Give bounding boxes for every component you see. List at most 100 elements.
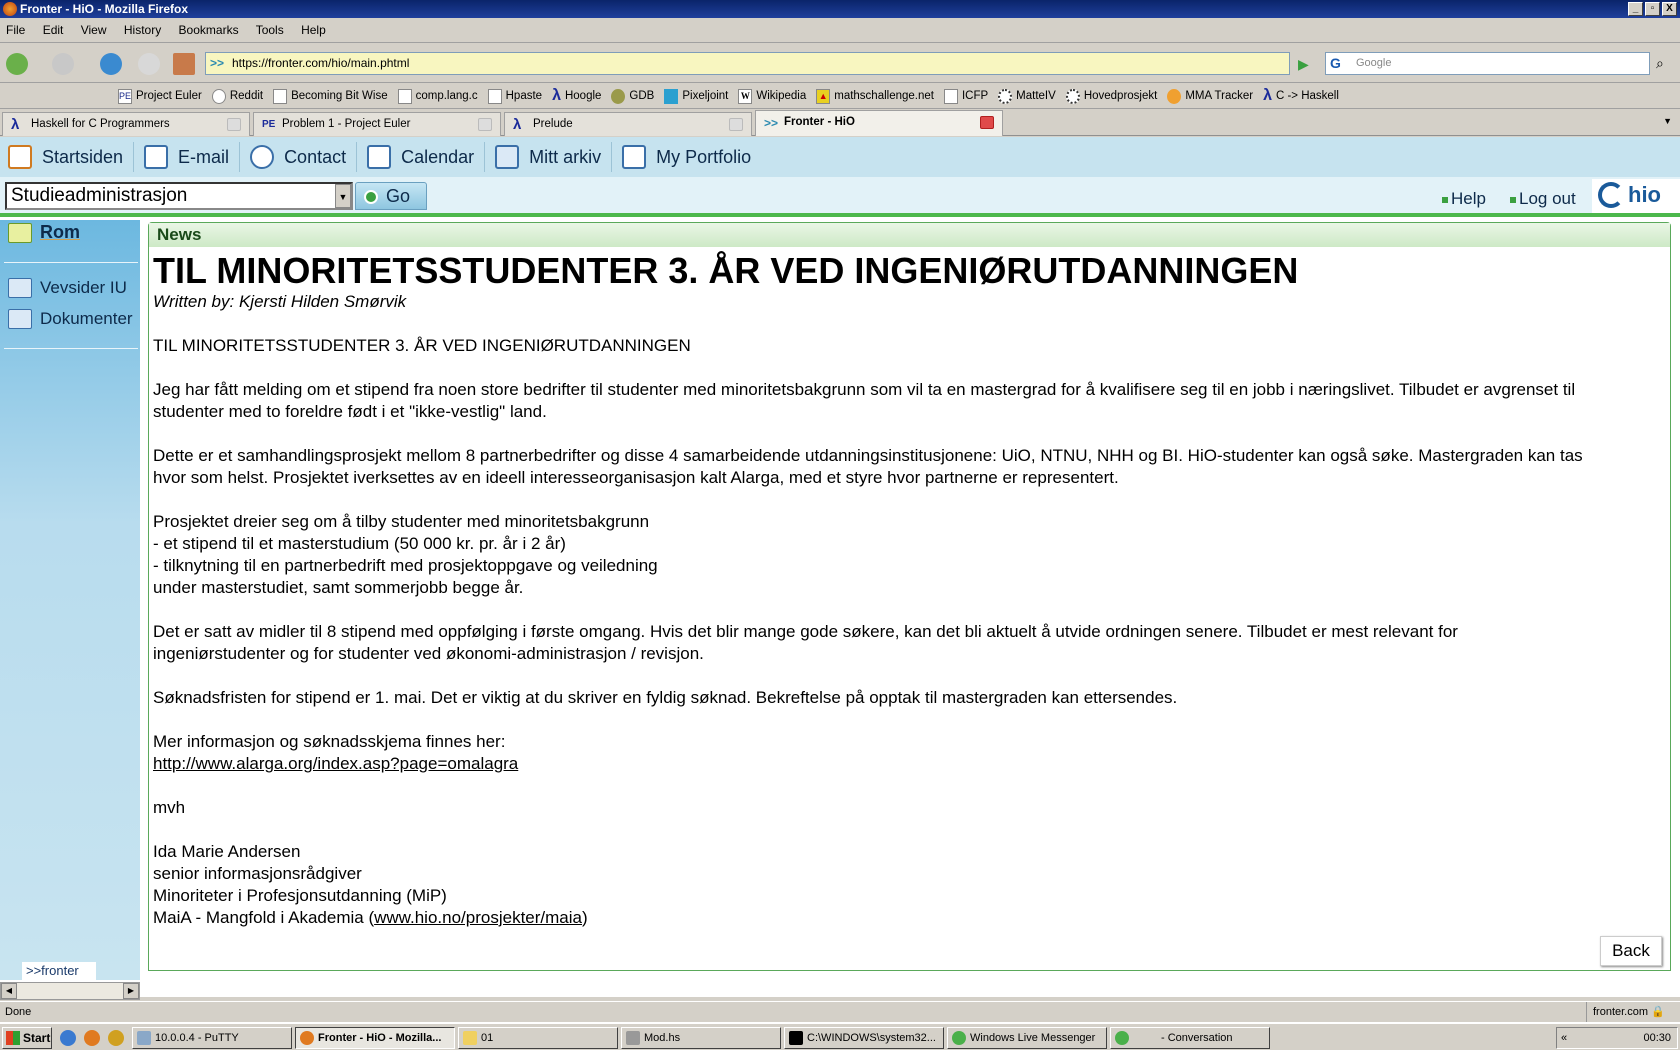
article-line	[153, 665, 1666, 687]
bookmark-project-euler[interactable]: PE Project Euler	[118, 88, 202, 104]
minimize-button[interactable]: _	[1628, 2, 1643, 16]
article-author: Written by: Kjersti Hilden Smørvik	[153, 292, 407, 311]
bookmark-label: Hpaste	[505, 90, 543, 102]
url-text: https://fronter.com/hio/main.phtml	[232, 56, 410, 70]
scroll-right-icon[interactable]: ▶	[123, 983, 139, 999]
back-icon[interactable]	[6, 53, 28, 75]
gdb-icon	[611, 88, 626, 104]
lambda-icon: λ	[11, 116, 20, 133]
tab-haskell-for-c[interactable]: λ Haskell for C Programmers	[2, 112, 250, 136]
go-button[interactable]: Go	[355, 182, 427, 210]
menu-help[interactable]: Help	[301, 23, 326, 37]
menu-bookmarks[interactable]: Bookmarks	[179, 23, 239, 37]
bookmark-pixeljoint[interactable]: Pixeljoint	[664, 88, 728, 104]
contact-icon	[250, 145, 275, 169]
nav-calendar[interactable]: Calendar	[367, 142, 486, 172]
sidebar-item-dokumenter[interactable]: Dokumenter	[8, 309, 133, 329]
gear-icon	[998, 88, 1013, 104]
task-label: 10.0.0.4 - PuTTY	[155, 1032, 239, 1044]
bookmark-c-to-haskell[interactable]: λC -> Haskell	[1263, 88, 1339, 104]
close-tab-icon[interactable]	[478, 118, 492, 131]
maia-link[interactable]: www.hio.no/prosjekter/maia	[374, 908, 582, 927]
task-cmd[interactable]: C:\WINDOWS\system32...	[784, 1027, 944, 1049]
bookmark-hoogle[interactable]: λ Hoogle	[552, 88, 601, 104]
firefox-icon[interactable]	[84, 1030, 100, 1046]
ie-icon[interactable]	[60, 1030, 76, 1046]
nav-email[interactable]: E-mail	[144, 142, 241, 172]
sidebar-item-rom[interactable]: Rom	[8, 222, 80, 243]
article-line: studenter med to foreldre født i et "ikk…	[153, 402, 547, 421]
bookmark-label: comp.lang.c	[415, 90, 478, 102]
article-line	[153, 599, 1666, 621]
tab-label: Prelude	[533, 118, 573, 130]
maia-prefix: MaiA - Mangfold i Akademia (	[153, 908, 375, 927]
menu-tools[interactable]: Tools	[256, 23, 284, 37]
bookmark-label: MatteIV	[1016, 90, 1056, 102]
bookmark-mma-tracker[interactable]: MMA Tracker	[1167, 88, 1253, 104]
go-arrow-icon[interactable]: ▶	[1298, 56, 1309, 73]
menu-view[interactable]: View	[81, 23, 107, 37]
restore-button[interactable]: ▫	[1645, 2, 1660, 16]
bookmark-icfp[interactable]: ICFP	[943, 88, 988, 104]
search-input[interactable]: G Google	[1325, 52, 1650, 75]
menu-edit[interactable]: Edit	[43, 23, 64, 37]
help-link[interactable]: Help	[1442, 189, 1486, 209]
bookmark-becoming-bit-wise[interactable]: Becoming Bit Wise	[273, 88, 388, 104]
bookmark-gdb[interactable]: GDB	[611, 88, 654, 104]
tab-list-icon[interactable]: ▼	[1663, 116, 1672, 126]
close-tab-icon[interactable]	[729, 118, 743, 131]
nav-my-portfolio[interactable]: My Portfolio	[622, 142, 761, 172]
menu-history[interactable]: History	[124, 23, 161, 37]
scroll-left-icon[interactable]: ◀	[1, 983, 17, 999]
tray-expand-icon[interactable]: «	[1561, 1028, 1567, 1048]
task-label: Windows Live Messenger	[970, 1032, 1096, 1044]
fronter-icon: >>	[764, 116, 779, 130]
task-label: C:\WINDOWS\system32...	[807, 1032, 936, 1044]
bookmark-mathschallenge[interactable]: ▲ mathschallenge.net	[816, 88, 934, 104]
reddit-icon	[211, 88, 226, 104]
lambda-icon: λ	[513, 116, 522, 133]
chevron-down-icon[interactable]: ▼	[335, 184, 351, 208]
forward-icon[interactable]	[52, 53, 74, 75]
search-icon[interactable]: ⌕	[1656, 55, 1664, 72]
tab-fronter-hio[interactable]: >> Fronter - HiO	[755, 110, 1003, 136]
nav-contact[interactable]: Contact	[250, 142, 358, 172]
bookmark-comp-lang-c[interactable]: comp.lang.c	[397, 88, 478, 104]
bookmark-label: Project Euler	[136, 90, 202, 102]
tab-problem-1[interactable]: PE Problem 1 - Project Euler	[253, 112, 501, 136]
bookmark-matteiv[interactable]: MatteIV	[998, 88, 1056, 104]
home-icon[interactable]	[173, 53, 195, 75]
back-button[interactable]: Back	[1600, 936, 1662, 966]
task-putty[interactable]: 10.0.0.4 - PuTTY	[132, 1027, 292, 1049]
room-select[interactable]: Studieadministrasjon ▼	[5, 182, 353, 210]
reload-icon[interactable]	[100, 53, 122, 75]
url-bar[interactable]: >> https://fronter.com/hio/main.phtml	[205, 52, 1290, 75]
close-tab-icon[interactable]	[227, 118, 241, 131]
bookmark-hpaste[interactable]: Hpaste	[487, 88, 543, 104]
bookmark-hovedprosjekt[interactable]: Hovedprosjekt	[1065, 88, 1157, 104]
tab-prelude[interactable]: λ Prelude	[504, 112, 752, 136]
google-icon[interactable]: G	[1330, 55, 1341, 71]
media-icon[interactable]	[108, 1030, 124, 1046]
start-button[interactable]: Start	[2, 1027, 52, 1049]
sidebar-horizontal-scrollbar[interactable]: ◀ ▶	[0, 982, 140, 1000]
sidebar-item-vevsider-iu[interactable]: Vevsider IU	[8, 278, 127, 298]
task-folder-01[interactable]: 01	[458, 1027, 618, 1049]
task-mod-hs[interactable]: Mod.hs	[621, 1027, 781, 1049]
close-button[interactable]: X	[1662, 2, 1677, 16]
close-tab-icon[interactable]	[980, 116, 994, 129]
page-icon	[397, 88, 412, 104]
logout-link[interactable]: Log out	[1510, 189, 1576, 209]
task-firefox[interactable]: Fronter - HiO - Mozilla...	[295, 1027, 455, 1049]
nav-mitt-arkiv[interactable]: Mitt arkiv	[495, 142, 613, 172]
task-conversation[interactable]: - Conversation	[1110, 1027, 1270, 1049]
alarga-link[interactable]: http://www.alarga.org/index.asp?page=oma…	[153, 754, 518, 773]
bookmark-reddit[interactable]: Reddit	[211, 88, 263, 104]
nav-label: My Portfolio	[656, 146, 752, 167]
news-article: TIL MINORITETSSTUDENTER 3. ÅR VED INGENI…	[153, 251, 1666, 929]
task-messenger[interactable]: Windows Live Messenger	[947, 1027, 1107, 1049]
bookmark-wikipedia[interactable]: W Wikipedia	[738, 88, 806, 104]
menu-file[interactable]: File	[6, 23, 25, 37]
stop-icon[interactable]	[138, 53, 160, 75]
nav-startsiden[interactable]: Startsiden	[8, 142, 135, 172]
